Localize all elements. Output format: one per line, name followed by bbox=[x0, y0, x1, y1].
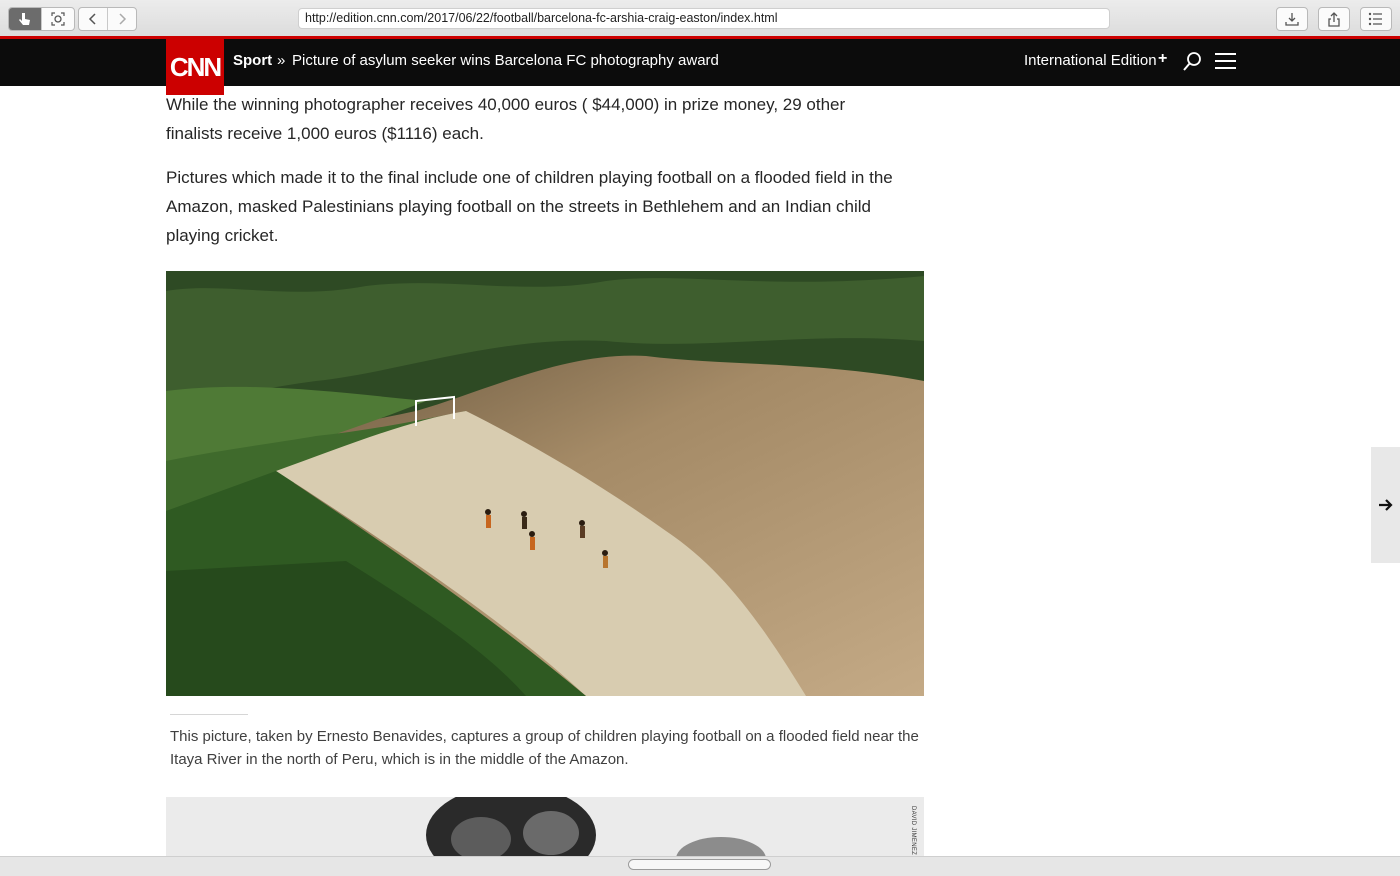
edition-selector[interactable]: International Edition bbox=[1024, 52, 1157, 69]
browser-toolbar: http://edition.cnn.com/2017/06/22/footba… bbox=[0, 0, 1400, 37]
pointer-icon[interactable] bbox=[9, 8, 41, 30]
article-paragraph: While the winning photographer receives … bbox=[166, 95, 846, 143]
article-photo-portrait bbox=[166, 797, 924, 857]
article-paragraph: Pictures which made it to the final incl… bbox=[166, 168, 893, 245]
screenshot-icon[interactable] bbox=[41, 8, 74, 30]
photo-caption: This picture, taken by Ernesto Benavides… bbox=[170, 728, 919, 768]
address-bar[interactable]: http://edition.cnn.com/2017/06/22/footba… bbox=[298, 8, 1110, 29]
reading-list-icon[interactable] bbox=[1360, 7, 1392, 31]
photo-credit: DAVID JIMENEZ bbox=[910, 806, 916, 856]
nav-section-link[interactable]: Sport bbox=[233, 52, 272, 69]
share-icon[interactable] bbox=[1318, 7, 1350, 31]
search-icon[interactable] bbox=[1181, 51, 1203, 73]
nav-separator: » bbox=[277, 52, 286, 69]
download-icon[interactable] bbox=[1276, 7, 1308, 31]
edition-plus-icon[interactable]: + bbox=[1158, 50, 1167, 68]
forward-icon[interactable] bbox=[107, 8, 136, 30]
horizontal-scrollbar-thumb[interactable] bbox=[628, 859, 771, 870]
back-icon[interactable] bbox=[79, 8, 107, 30]
article-photo-flooded-field bbox=[166, 271, 924, 696]
caption-divider bbox=[170, 714, 248, 715]
history-segment bbox=[78, 7, 137, 31]
cnn-logo[interactable]: CNN bbox=[166, 39, 224, 95]
menu-icon[interactable] bbox=[1215, 53, 1236, 69]
tool-segment bbox=[8, 7, 75, 31]
nav-article-title: Picture of asylum seeker wins Barcelona … bbox=[292, 52, 719, 69]
next-article-arrow-icon[interactable] bbox=[1371, 447, 1400, 563]
